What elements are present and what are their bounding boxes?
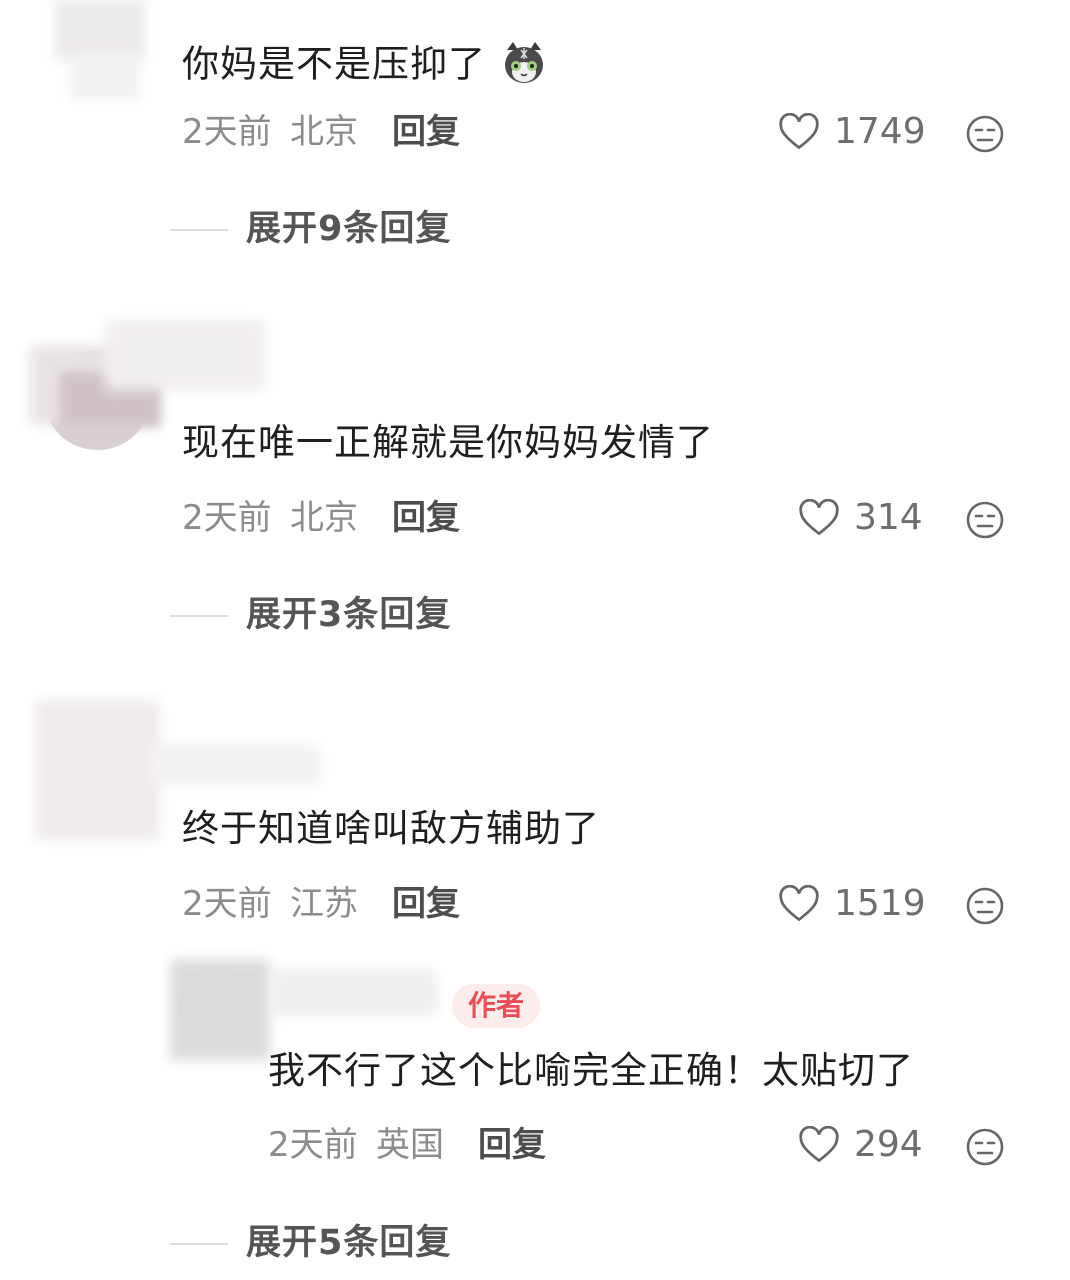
like-count: 314 bbox=[854, 497, 923, 538]
avatar-obscured-fragment bbox=[70, 55, 140, 100]
comment-location: 北京 bbox=[290, 112, 358, 152]
comment-time: 2天前 bbox=[182, 112, 272, 152]
comment-text: 终于知道啥叫敌方辅助了 bbox=[182, 807, 600, 850]
sub-reply-location: 英国 bbox=[376, 1125, 444, 1165]
avatar-obscured[interactable] bbox=[55, 0, 145, 60]
like-count: 1749 bbox=[834, 111, 926, 152]
sub-reply-time: 2天前 bbox=[268, 1125, 358, 1165]
avatar-obscured[interactable] bbox=[35, 700, 160, 840]
avatar-obscured bbox=[170, 960, 270, 1060]
reply-button[interactable]: 回复 bbox=[478, 1128, 546, 1162]
sub-reply-text: 我不行了这个比喻完全正确！太贴切了 bbox=[268, 1049, 914, 1092]
reply-button[interactable]: 回复 bbox=[392, 501, 460, 535]
expand-replies[interactable]: 展开9条回复 bbox=[170, 212, 451, 247]
like-button[interactable]: 294 bbox=[798, 1126, 923, 1164]
heart-outline-icon bbox=[799, 1126, 839, 1163]
like-button[interactable]: 1519 bbox=[778, 885, 926, 923]
neutral-face-icon[interactable] bbox=[965, 886, 1005, 926]
expand-replies-label: 展开5条回复 bbox=[246, 1223, 452, 1263]
comment-time: 2天前 bbox=[182, 498, 272, 538]
reply-button[interactable]: 回复 bbox=[392, 887, 460, 921]
expand-replies-label: 展开3条回复 bbox=[246, 595, 452, 635]
like-button[interactable]: 1749 bbox=[778, 113, 926, 151]
comment-time: 2天前 bbox=[182, 884, 272, 924]
divider-line bbox=[170, 1242, 228, 1245]
like-count: 294 bbox=[854, 1124, 923, 1165]
expand-replies[interactable]: 展开3条回复 bbox=[170, 598, 451, 633]
neutral-face-icon[interactable] bbox=[965, 500, 1005, 540]
comment-text: 你妈是不是压抑了 bbox=[182, 40, 547, 92]
username-obscured bbox=[150, 745, 320, 785]
divider-line bbox=[170, 228, 228, 231]
comment-text: 现在唯一正解就是你妈妈发情了 bbox=[182, 421, 714, 464]
author-badge: 作者 bbox=[452, 984, 541, 1028]
comment-location: 江苏 bbox=[290, 884, 358, 924]
divider-line bbox=[170, 614, 228, 617]
expand-replies-label: 展开9条回复 bbox=[246, 209, 452, 249]
expand-replies[interactable]: 展开5条回复 bbox=[170, 1226, 451, 1261]
like-count: 1519 bbox=[834, 883, 926, 924]
heart-outline-icon bbox=[779, 113, 819, 150]
username-obscured bbox=[105, 320, 265, 390]
heart-outline-icon bbox=[779, 885, 819, 922]
comment-location: 北京 bbox=[290, 498, 358, 538]
like-button[interactable]: 314 bbox=[798, 499, 923, 537]
cat-emoji-icon bbox=[501, 40, 547, 92]
neutral-face-icon[interactable] bbox=[965, 1127, 1005, 1167]
heart-outline-icon bbox=[799, 499, 839, 536]
neutral-face-icon[interactable] bbox=[965, 114, 1005, 154]
reply-button[interactable]: 回复 bbox=[392, 115, 460, 149]
username-obscured bbox=[272, 970, 437, 1015]
